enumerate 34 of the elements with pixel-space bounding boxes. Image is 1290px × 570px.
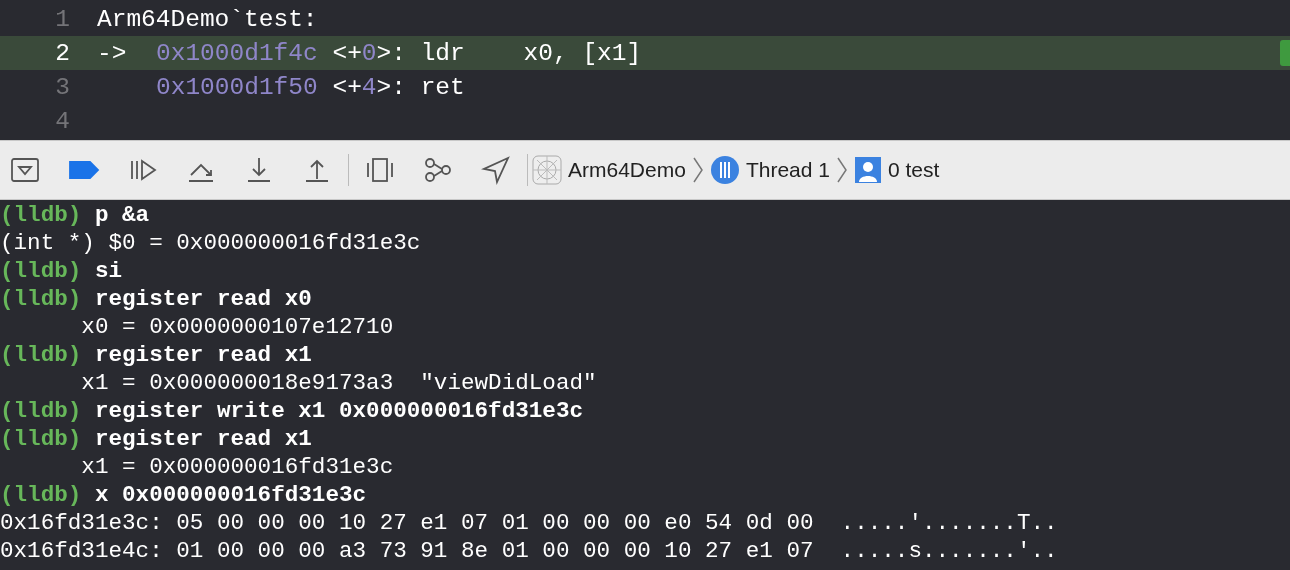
console-command: (lldb) p &a [0,201,151,229]
memory-graph-button[interactable] [423,155,453,185]
console-command: (lldb) register read x0 [0,285,313,313]
breadcrumb-item[interactable]: Arm64Demo [568,158,686,182]
console-output: 0x16fd31e4c: 01 00 00 00 a3 73 91 8e 01 00 00 00 10 27 e1 07 .....s.......'.. [0,537,1059,565]
person-icon [853,156,882,184]
instruction-text: 0x1000d1f4c <+0>: ldr x0, [x1] [156,39,642,67]
console-command: (lldb) si [0,257,124,285]
view-hierarchy-button[interactable] [365,155,395,185]
console-output: x0 = 0x0000000107e12710 [80,313,395,341]
line-number: 1 [54,5,71,33]
console-command: (lldb) register read x1 [0,341,313,369]
console-output: (int *) $0 = 0x000000016fd31e3c [0,229,422,257]
console-output: x1 = 0x000000018e9173a3 "viewDidLoad" [80,369,598,397]
line-number: 2 [54,39,71,67]
line-number: 3 [54,73,71,101]
console-output: 0x16fd31e3c: 05 00 00 00 10 27 e1 07 01 00 00 00 e0 54 0d 00 .....'.......T.. [0,509,1059,537]
chevron-icon [691,156,704,184]
breadcrumb-item[interactable]: 0 test [887,158,940,182]
current-line-marker [1280,40,1290,66]
instruction-pointer: -> [97,39,128,67]
line-number: 4 [54,107,71,135]
breadcrumb-item[interactable]: Thread 1 [745,158,830,182]
console-command: (lldb) register read x1 [0,425,313,453]
hide-console-button[interactable] [10,155,40,185]
code-label: Arm64Demo`test: [97,5,318,33]
console-command: (lldb) register write x1 0x000000016fd31e3c [0,397,585,425]
app-icon [532,155,562,185]
thread-icon [709,155,740,185]
instruction-text: 0x1000d1f50 <+4>: ret [156,73,465,101]
chevron-icon [835,156,848,184]
console-output: x1 = 0x000000016fd31e3c [80,453,395,481]
console-command: (lldb) x 0x000000016fd31e3c [0,481,368,509]
location-button[interactable] [481,155,511,185]
